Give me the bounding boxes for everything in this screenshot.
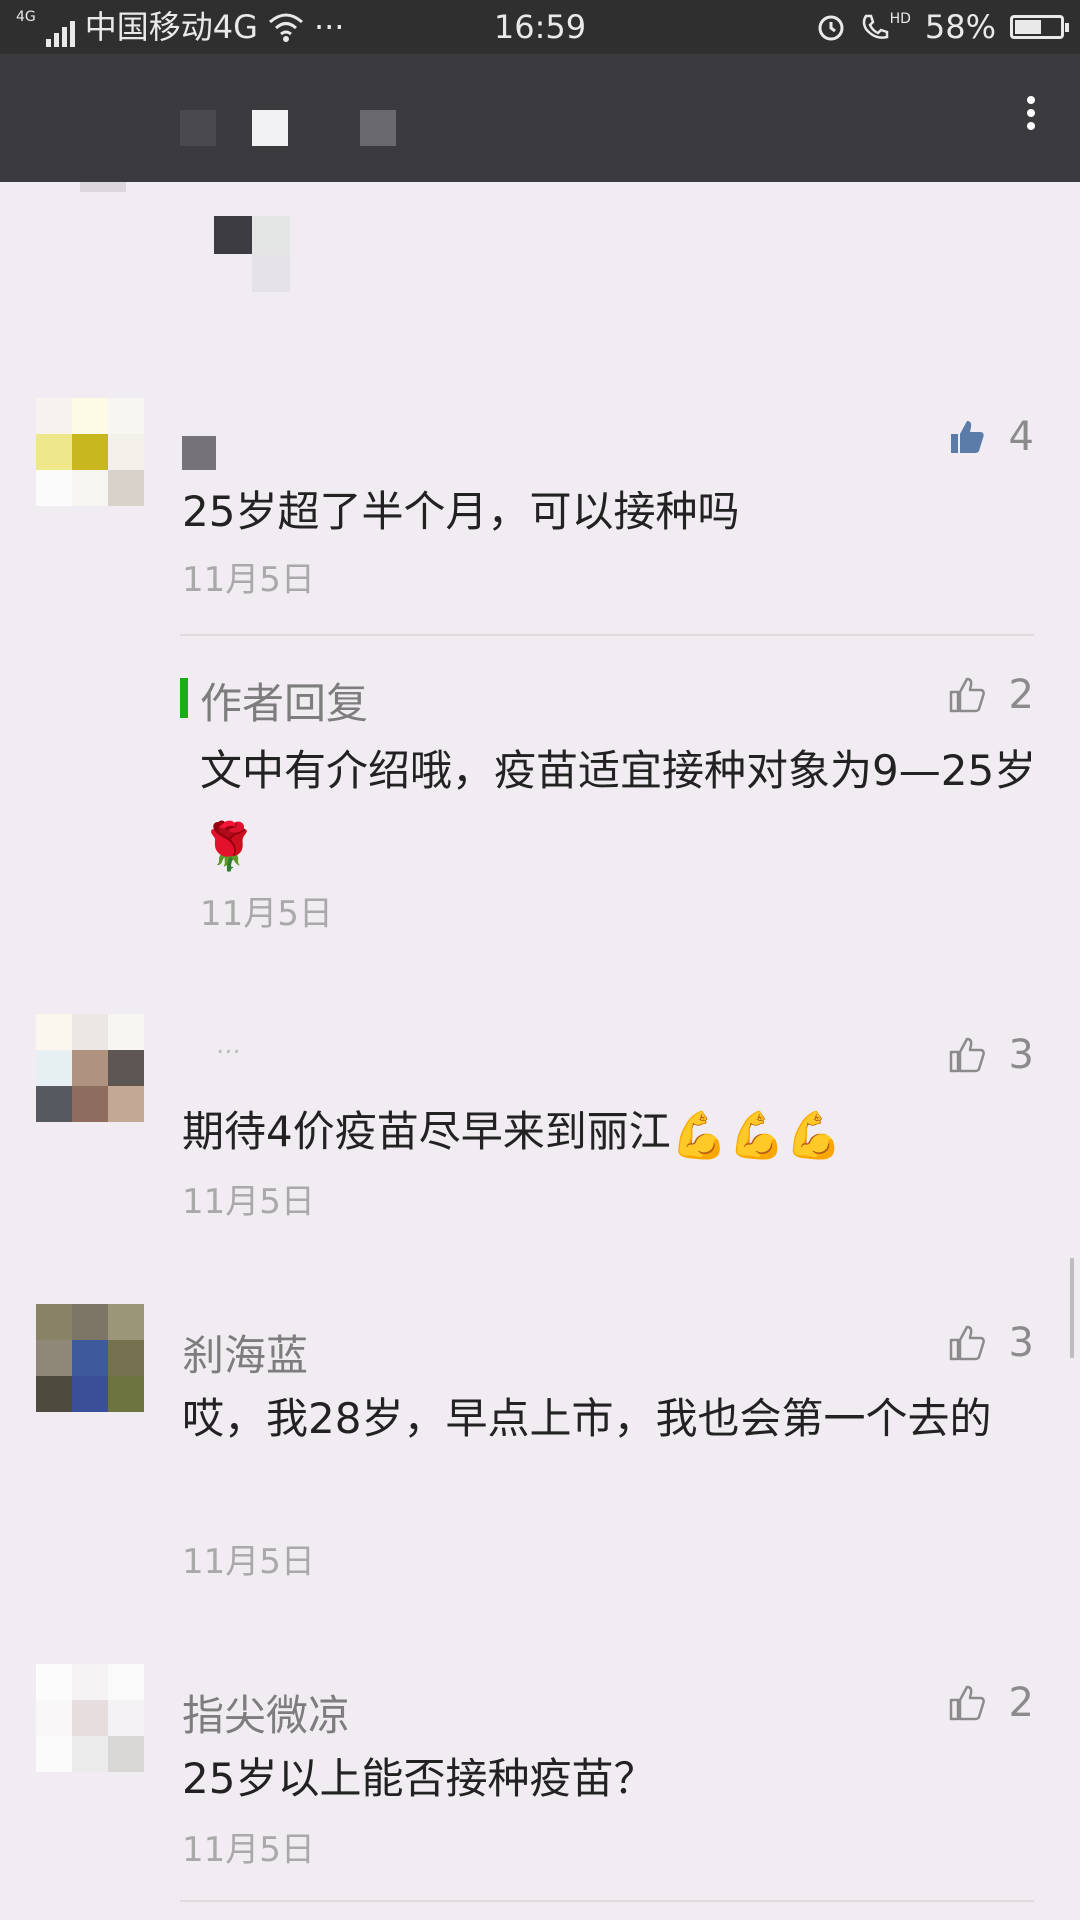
battery-fill — [1015, 20, 1041, 34]
avatar[interactable] — [36, 1304, 144, 1412]
pixelated-content — [214, 216, 290, 292]
reply-divider — [180, 634, 1034, 636]
flexed-biceps-emoji: 💪💪💪 — [670, 1107, 843, 1162]
commenter-name: 刹海蓝 — [182, 1331, 309, 1380]
comment-date: 11月5日 — [182, 560, 315, 600]
alarm-icon — [818, 15, 844, 41]
commenter-name-pixelated — [182, 436, 216, 470]
reply-indicator — [180, 678, 188, 718]
more-options-button[interactable] — [1026, 96, 1036, 130]
reply-date: 11月5日 — [200, 894, 333, 934]
comment-divider — [180, 1900, 1034, 1902]
commenter-name: 指尖微凉 — [182, 1691, 351, 1740]
reply-text: 文中有介绍哦，疫苗适宜接种对象为9—25岁🌹 — [200, 735, 1040, 882]
comment-text: 25岁超了半个月，可以接种吗 — [182, 487, 740, 536]
hd-call-icon: HD — [860, 12, 911, 42]
comment-text: 25岁以上能否接种疫苗？ — [182, 1754, 656, 1803]
scrollbar[interactable] — [1070, 1258, 1074, 1358]
nav-bar — [0, 54, 1080, 182]
status-bar: 4G 中国移动4G ··· 16:59 HD 58% — [0, 0, 1080, 54]
battery-icon — [1010, 15, 1069, 39]
like-count: 2 — [1008, 1680, 1034, 1726]
thumbs-up-icon — [949, 1037, 985, 1073]
like-button[interactable]: 3 — [947, 1032, 1034, 1078]
like-button[interactable]: 4 — [947, 414, 1034, 460]
like-count: 3 — [1008, 1032, 1034, 1078]
like-count: 4 — [1008, 414, 1034, 460]
commenter-name: ... — [216, 1030, 241, 1060]
like-button[interactable]: 2 — [947, 672, 1034, 718]
avatar[interactable] — [36, 1014, 144, 1122]
thumbs-up-icon — [950, 421, 984, 453]
comment-date: 11月5日 — [182, 1542, 315, 1582]
divider-fragment — [80, 182, 126, 192]
author-reply-label: 作者回复 — [200, 679, 369, 728]
thumbs-up-icon — [949, 1685, 985, 1721]
like-button[interactable]: 2 — [947, 1680, 1034, 1726]
avatar[interactable] — [36, 1664, 144, 1772]
like-count: 2 — [1008, 672, 1034, 718]
pixelated-title — [180, 110, 400, 150]
battery-percent: 58% — [924, 8, 996, 46]
avatar[interactable] — [36, 398, 144, 506]
comment-text: 期待4价疫苗尽早来到丽江💪💪💪 — [182, 1096, 1042, 1171]
like-count: 3 — [1008, 1320, 1034, 1366]
like-button[interactable]: 3 — [947, 1320, 1034, 1366]
comment-date: 11月5日 — [182, 1830, 315, 1870]
thumbs-up-icon — [949, 1325, 985, 1361]
rose-emoji: 🌹 — [200, 818, 258, 873]
comment-text: 哎，我28岁，早点上市，我也会第一个去的 — [182, 1394, 992, 1443]
comment-date: 11月5日 — [182, 1182, 315, 1222]
thumbs-up-icon — [949, 677, 985, 713]
